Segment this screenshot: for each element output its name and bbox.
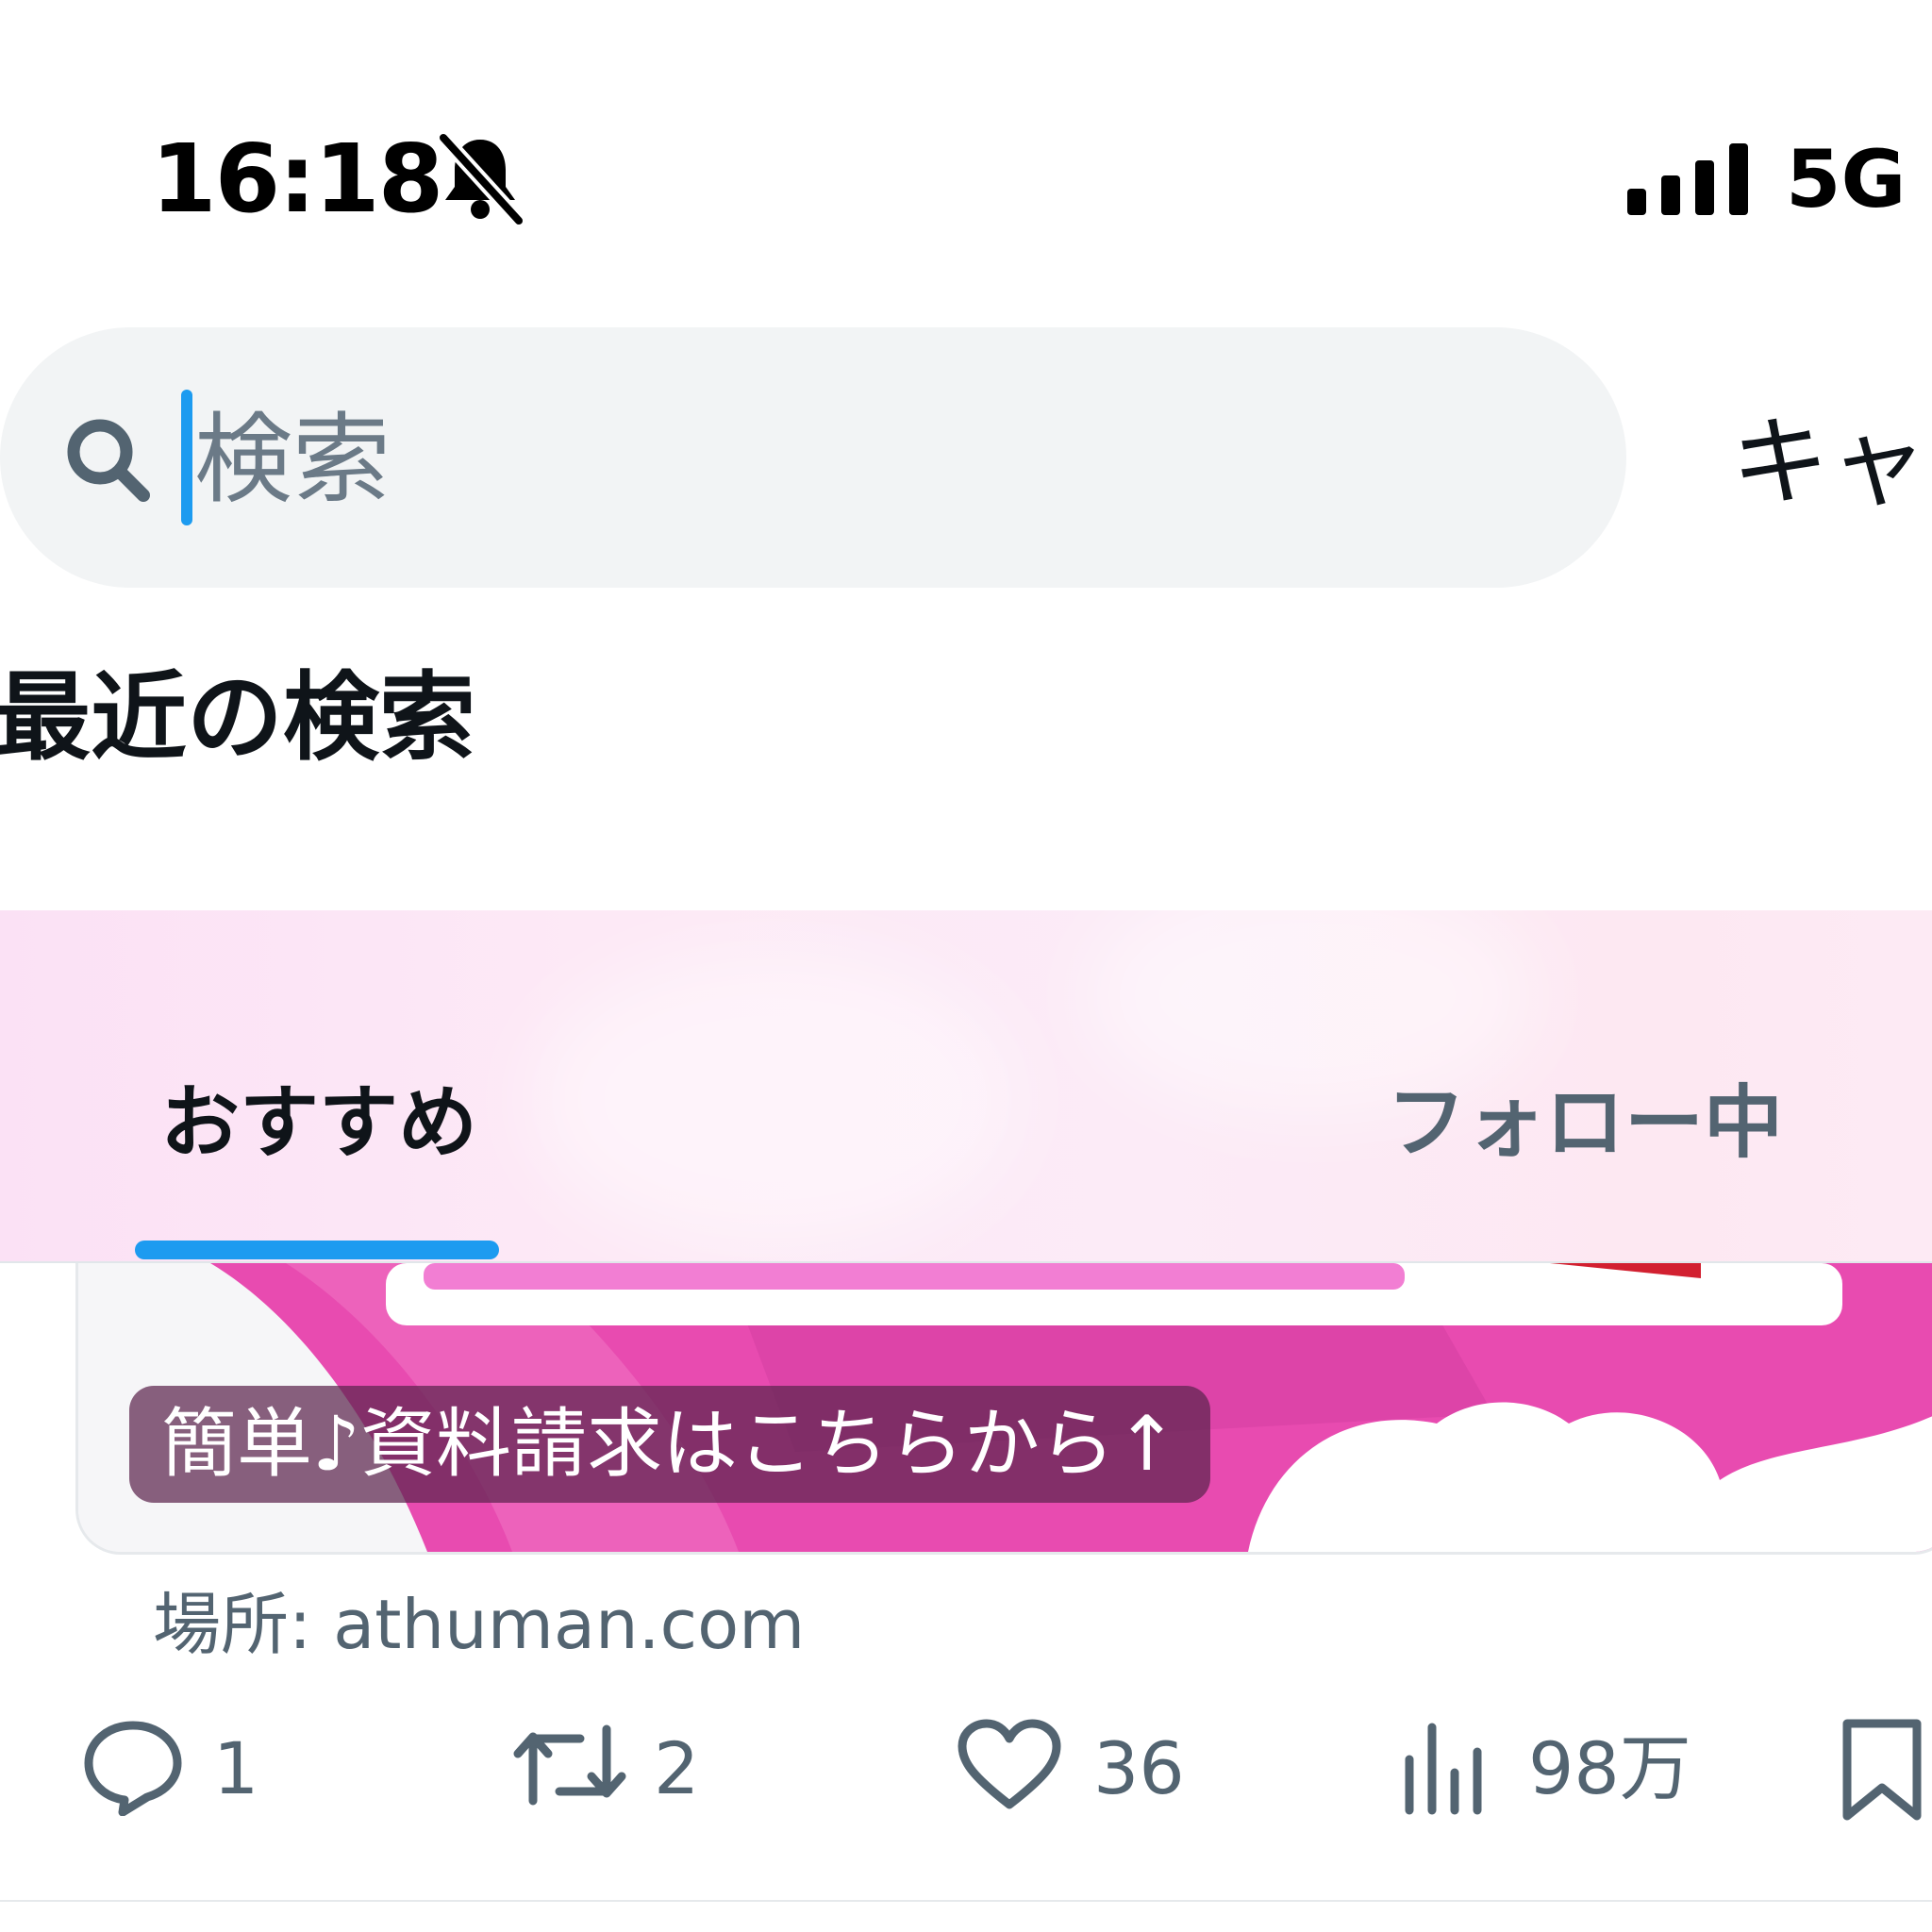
tab-recommended[interactable]: おすすめ [160, 1075, 477, 1170]
timeline-tabs: おすすめ フォロー中 [0, 910, 1932, 1261]
tab-following[interactable]: フォロー中 [1387, 1075, 1783, 1170]
views-button[interactable]: 98万 [1400, 1712, 1740, 1825]
search-placeholder: 検索 [194, 402, 391, 517]
reply-button[interactable]: 1 [81, 1712, 317, 1825]
retweet-icon [513, 1724, 626, 1806]
tweet-divider [0, 1900, 1932, 1902]
bell-slash-icon [436, 132, 525, 226]
bookmark-button[interactable] [1840, 1712, 1932, 1825]
ad-card[interactable]: 簡単♪資料請求はこちらから↑ [75, 1263, 1932, 1555]
network-type-label: 5G [1786, 133, 1907, 225]
status-bar: 16:18 5G [0, 0, 1932, 283]
views-count: 98万 [1528, 1726, 1691, 1810]
ad-caption[interactable]: 簡単♪資料請求はこちらから↑ [129, 1386, 1211, 1503]
ad-location[interactable]: 場所: athuman.com [153, 1585, 805, 1664]
tweet-action-bar: 1 2 36 98万 [0, 1712, 1932, 1825]
reply-count: 1 [213, 1726, 259, 1810]
header-background-blob [528, 948, 1019, 1250]
heart-icon [958, 1719, 1061, 1809]
search-icon [67, 419, 150, 502]
retweet-count: 2 [654, 1726, 700, 1810]
active-tab-indicator [135, 1241, 499, 1259]
text-caret [181, 390, 192, 525]
status-time: 16:18 [151, 124, 443, 234]
recent-searches-title: 最近の検索 [0, 662, 475, 774]
views-chart-icon [1405, 1723, 1482, 1815]
bookmark-icon [1842, 1719, 1922, 1821]
like-button[interactable]: 36 [957, 1712, 1240, 1825]
cancel-button[interactable]: キャ [1731, 406, 1927, 519]
reply-icon [84, 1721, 182, 1816]
signal-bars-icon [1627, 143, 1748, 215]
search-field[interactable]: 検索 [0, 327, 1626, 588]
like-count: 36 [1093, 1726, 1185, 1810]
retweet-button[interactable]: 2 [512, 1712, 748, 1825]
